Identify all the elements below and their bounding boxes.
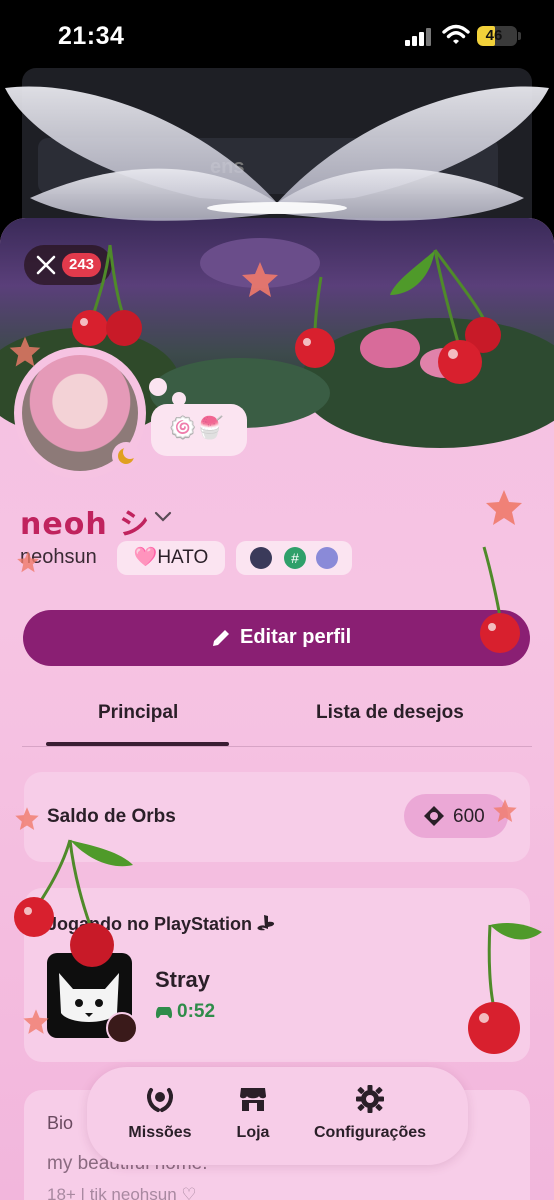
orbs-label: Saldo de Orbs — [47, 806, 176, 827]
game-name: Stray — [155, 967, 211, 992]
gear-icon — [356, 1085, 384, 1113]
nitro-badge-icon[interactable] — [250, 547, 272, 569]
clan-tag[interactable]: 🩷HATO — [117, 541, 225, 575]
orbs-value: 600 — [453, 806, 485, 827]
custom-status-bubble[interactable]: 🍥🍧 — [151, 404, 247, 456]
laurel-icon — [147, 1088, 173, 1112]
nav-loja[interactable]: Loja — [226, 1084, 280, 1154]
pencil-icon — [213, 630, 229, 646]
status-emojis: 🍥🍧 — [169, 416, 224, 441]
status-bar: 21:34 46 — [0, 0, 554, 70]
console-badge-icon — [106, 1012, 138, 1044]
wifi-icon — [442, 24, 470, 44]
status-time: 21:34 — [58, 22, 125, 50]
playstation-icon — [257, 915, 275, 931]
screen: ens 21:34 46 — [0, 0, 554, 1200]
wings-decoration — [5, 86, 549, 221]
tab-lista-de-desejos[interactable]: Lista de desejos — [316, 702, 464, 724]
battery-icon: 46 — [477, 26, 517, 46]
edit-profile-label: Editar perfil — [240, 626, 352, 648]
profile-badges: # — [236, 541, 352, 575]
battery-tip — [518, 32, 521, 40]
notification-badge: 243 — [62, 253, 102, 277]
battery-level: 46 — [485, 27, 503, 44]
tab-divider — [22, 746, 532, 747]
controller-icon — [155, 1007, 173, 1019]
nav-label-missoes: Missões — [128, 1124, 192, 1141]
hashtag-badge-icon[interactable]: # — [284, 547, 306, 569]
elapsed-time: 0:52 — [177, 1001, 216, 1022]
nav-label-configuracoes: Configurações — [314, 1124, 427, 1141]
tab-principal[interactable]: Principal — [98, 702, 178, 724]
username: neohsun — [20, 546, 97, 568]
moon-icon — [118, 445, 137, 464]
nav-missoes[interactable]: Missões — [128, 1084, 192, 1154]
activity-title: Jogando no PlayStation — [47, 914, 253, 934]
quest-badge-icon[interactable] — [316, 547, 338, 569]
nav-configuracoes[interactable]: Configurações — [314, 1084, 426, 1154]
signal-icon — [405, 28, 431, 46]
chevron-down-icon[interactable] — [153, 510, 173, 524]
idle-status-indicator — [112, 442, 140, 470]
status-bubble-dot — [149, 378, 167, 396]
shop-icon — [240, 1088, 266, 1111]
close-icon — [36, 255, 56, 275]
bio-label: Bio — [47, 1113, 74, 1133]
orb-icon — [424, 806, 444, 826]
nav-label-loja: Loja — [236, 1124, 270, 1141]
close-button[interactable]: 243 — [24, 245, 112, 285]
display-name: neoh シ — [20, 507, 151, 542]
bio-line-2: 18+ | tik neohsun ♡ — [47, 1185, 197, 1200]
